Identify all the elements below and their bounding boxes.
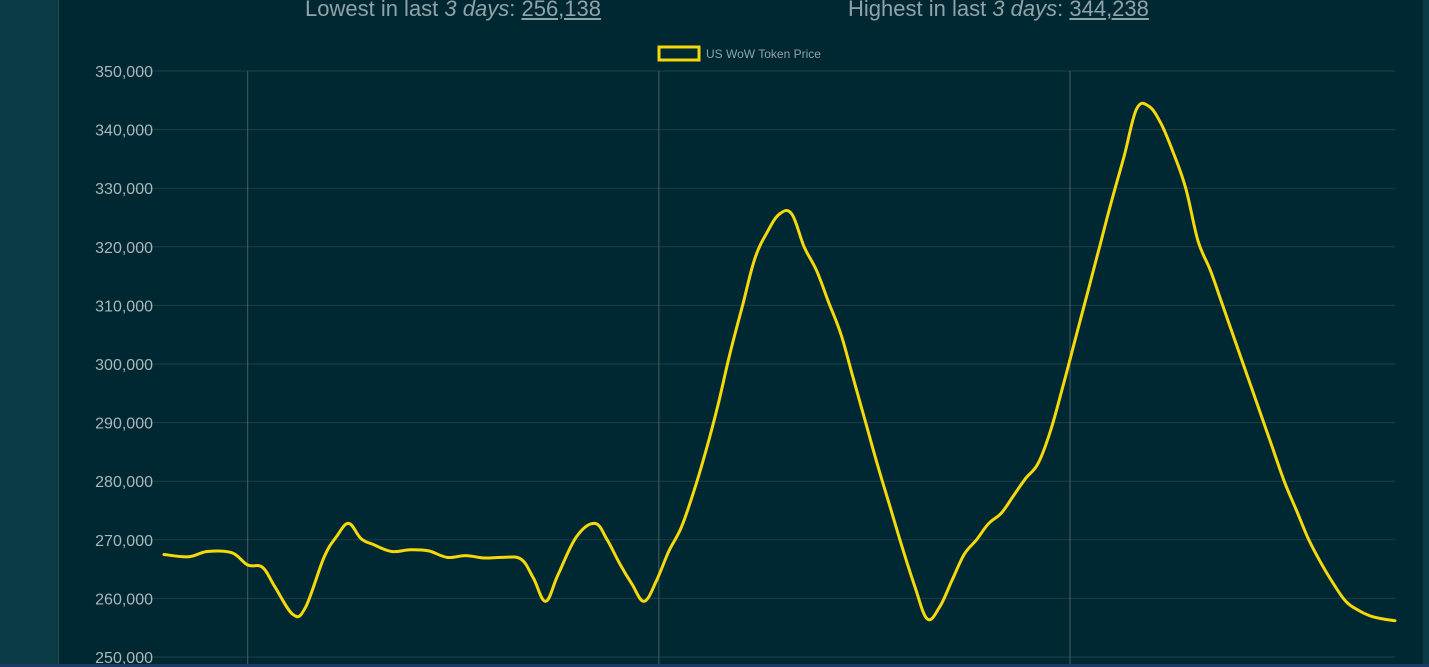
legend-swatch xyxy=(657,45,701,62)
y-tick-label: 340,000 xyxy=(95,123,153,140)
y-tick-label: 280,000 xyxy=(95,474,153,491)
price-chart: 250,000260,000270,000280,000290,000300,0… xyxy=(95,45,1397,667)
series-line-us-wow-token-price xyxy=(162,101,1397,623)
y-tick-label: 350,000 xyxy=(95,64,153,81)
y-tick-label: 300,000 xyxy=(95,357,153,374)
y-tick-label: 310,000 xyxy=(95,298,153,315)
page: Lowest in last 3 days: 256,138 Highest i… xyxy=(0,0,1429,667)
y-tick-label: 270,000 xyxy=(95,533,153,550)
y-tick-label: 330,000 xyxy=(95,181,153,198)
y-tick-label: 320,000 xyxy=(95,240,153,257)
y-tick-label: 260,000 xyxy=(95,591,153,608)
legend-label: US WoW Token Price xyxy=(706,47,821,61)
y-tick-label: 290,000 xyxy=(95,416,153,433)
